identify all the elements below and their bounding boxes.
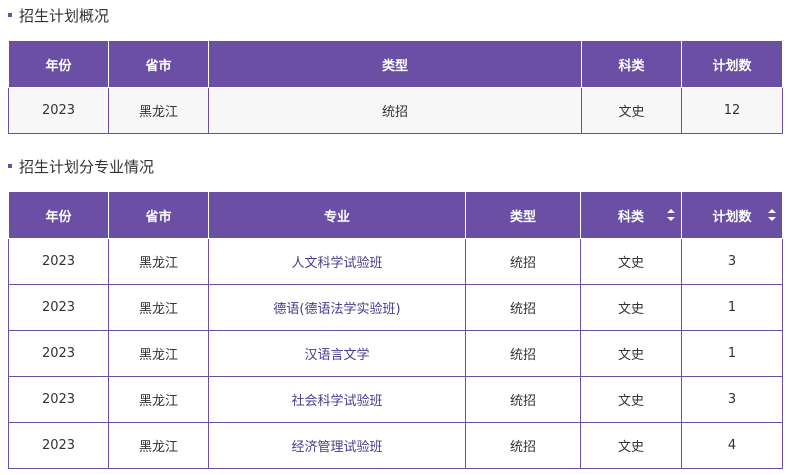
cell-year: 2023 <box>8 238 109 285</box>
bullet-marker <box>8 13 12 17</box>
cell-year: 2023 <box>8 330 109 377</box>
section-title-text: 招生计划分专业情况 <box>19 157 155 176</box>
cell-plan-count: 3 <box>681 376 783 423</box>
section-title-text: 招生计划概况 <box>19 6 110 25</box>
table-header-row: 年份 省市 专业 类型 科类 计划数 <box>8 191 783 239</box>
cell-subject: 文史 <box>580 376 682 423</box>
header-province: 省市 <box>108 191 209 239</box>
section-title-plan-by-major: 招生计划分专业情况 <box>8 154 154 178</box>
header-subject-label: 科类 <box>617 209 644 225</box>
cell-subject: 文史 <box>580 422 682 469</box>
header-year: 年份 <box>8 40 109 88</box>
header-type: 类型 <box>465 191 581 239</box>
table-row: 2023 黑龙江 人文科学试验班 统招 文史 3 <box>8 238 783 285</box>
cell-subject: 文史 <box>580 284 682 331</box>
cell-plan-count: 1 <box>681 330 783 377</box>
cell-type: 统招 <box>465 376 581 423</box>
cell-province: 黑龙江 <box>108 87 209 134</box>
header-plan-count-sortable[interactable]: 计划数 <box>681 191 783 239</box>
cell-plan-count: 3 <box>681 238 783 285</box>
cell-type: 统招 <box>465 284 581 331</box>
header-plan-count-label: 计划数 <box>712 209 752 225</box>
cell-year: 2023 <box>8 87 109 134</box>
cell-year: 2023 <box>8 376 109 423</box>
cell-type: 统招 <box>208 87 582 134</box>
cell-year: 2023 <box>8 422 109 469</box>
table-row: 2023 黑龙江 经济管理试验班 统招 文史 4 <box>8 422 783 469</box>
header-subject: 科类 <box>581 40 682 88</box>
bullet-marker <box>8 164 12 168</box>
plan-overview-table: 年份 省市 类型 科类 计划数 2023 黑龙江 统招 文史 12 <box>8 40 783 134</box>
table-row: 2023 黑龙江 汉语言文学 统招 文史 1 <box>8 330 783 377</box>
cell-type: 统招 <box>465 422 581 469</box>
cell-province: 黑龙江 <box>108 330 209 377</box>
table-header-row: 年份 省市 类型 科类 计划数 <box>8 40 783 88</box>
cell-type: 统招 <box>465 238 581 285</box>
section-title-plan-overview: 招生计划概况 <box>8 3 109 27</box>
cell-subject: 文史 <box>580 238 682 285</box>
cell-province: 黑龙江 <box>108 238 209 285</box>
sort-icon[interactable] <box>667 209 675 221</box>
header-province: 省市 <box>108 40 209 88</box>
cell-plan-count: 1 <box>681 284 783 331</box>
cell-major: 经济管理试验班 <box>208 422 466 469</box>
cell-type: 统招 <box>465 330 581 377</box>
header-major: 专业 <box>208 191 466 239</box>
header-type: 类型 <box>208 40 582 88</box>
cell-province: 黑龙江 <box>108 376 209 423</box>
cell-subject: 文史 <box>580 330 682 377</box>
cell-plan-count: 12 <box>681 87 783 134</box>
cell-major: 汉语言文学 <box>208 330 466 377</box>
plan-by-major-table: 年份 省市 专业 类型 科类 计划数 2023 黑龙江 人文科学试验班 统招 文… <box>8 191 783 469</box>
header-subject-sortable[interactable]: 科类 <box>580 191 682 239</box>
cell-major: 社会科学试验班 <box>208 376 466 423</box>
cell-province: 黑龙江 <box>108 422 209 469</box>
cell-province: 黑龙江 <box>108 284 209 331</box>
cell-plan-count: 4 <box>681 422 783 469</box>
header-plan-count: 计划数 <box>681 40 783 88</box>
table-row: 2023 黑龙江 社会科学试验班 统招 文史 3 <box>8 376 783 423</box>
header-year: 年份 <box>8 191 109 239</box>
cell-major: 德语(德语法学实验班) <box>208 284 466 331</box>
table-row: 2023 黑龙江 统招 文史 12 <box>8 87 783 134</box>
table-row: 2023 黑龙江 德语(德语法学实验班) 统招 文史 1 <box>8 284 783 331</box>
sort-icon[interactable] <box>768 209 776 221</box>
cell-subject: 文史 <box>581 87 682 134</box>
cell-year: 2023 <box>8 284 109 331</box>
cell-major: 人文科学试验班 <box>208 238 466 285</box>
